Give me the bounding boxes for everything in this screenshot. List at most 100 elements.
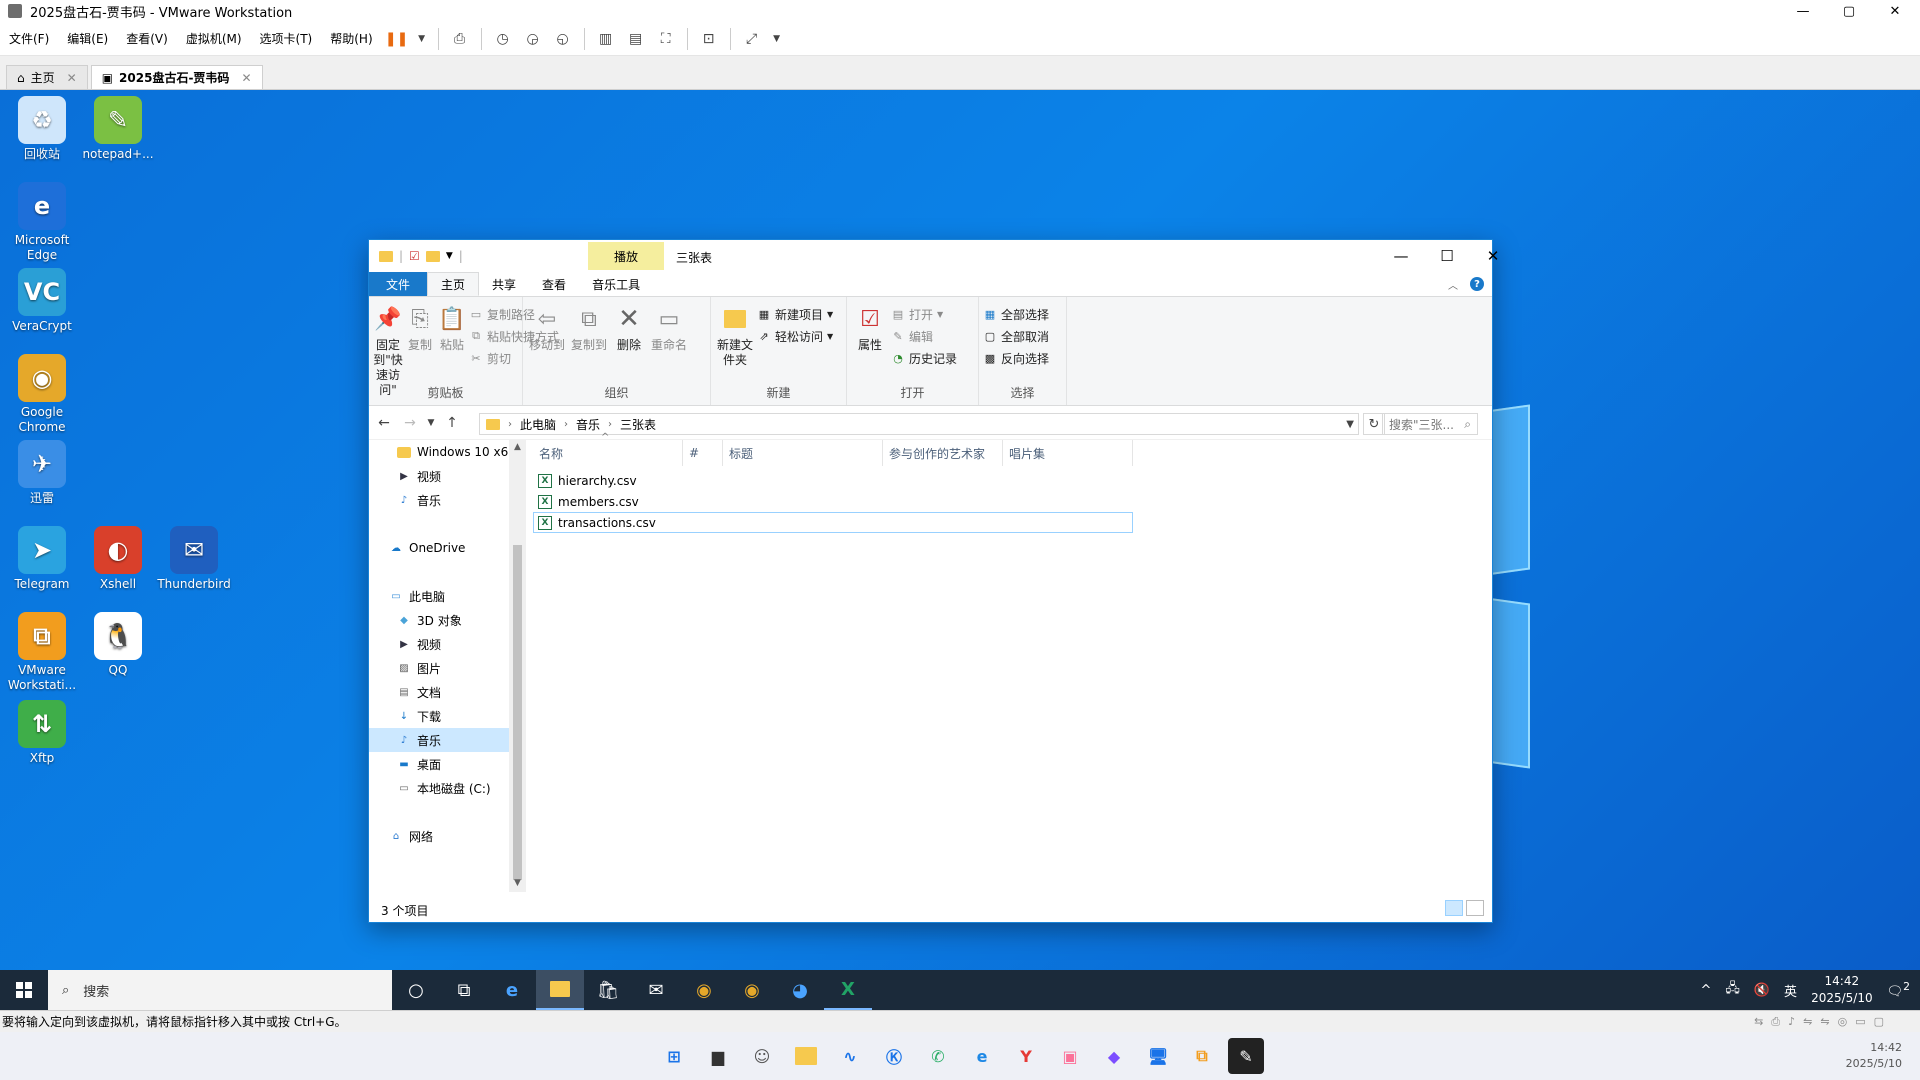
task-view-icon[interactable]: ⧉ <box>440 970 488 1010</box>
start-button[interactable] <box>0 970 48 1010</box>
nav-item[interactable]: Windows 10 x6 <box>369 440 509 464</box>
desktop-icon[interactable]: ◐ Xshell <box>78 526 158 592</box>
tab-music-tools[interactable]: 音乐工具 <box>579 272 653 296</box>
up-button[interactable]: ↑ <box>441 415 463 431</box>
tab-view[interactable]: 查看 <box>529 272 579 296</box>
chevron-down-icon[interactable]: ▼ <box>771 28 783 50</box>
vmware-icon[interactable]: ⧉ <box>1184 1038 1220 1074</box>
nav-item[interactable]: ☁ OneDrive <box>369 536 509 560</box>
desktop-icon[interactable]: ♻ 回收站 <box>2 96 82 162</box>
desktop-icon[interactable]: ⇅ Xftp <box>2 700 82 766</box>
breadcrumb-item[interactable]: 此电脑 <box>520 416 556 433</box>
task-view-icon[interactable]: ▆ <box>700 1038 736 1074</box>
collapse-ribbon-icon[interactable]: ︿ <box>1448 277 1458 292</box>
snapshot-icon[interactable]: ◷ <box>492 28 514 50</box>
nav-item[interactable]: ♪ 音乐 <box>369 488 509 512</box>
select-none-button[interactable]: ▢ 全部取消 <box>983 327 1049 345</box>
search-input[interactable]: 搜索"三张... ⌕ <box>1382 413 1478 435</box>
usb-icon[interactable]: ⇋ <box>1820 1015 1829 1029</box>
console-view-icon[interactable]: ⊡ <box>698 28 720 50</box>
maximize-button[interactable]: ☐ <box>1424 240 1470 272</box>
nav-item[interactable]: ♪ 音乐 <box>369 728 509 752</box>
desktop-icon[interactable]: ◉ Google Chrome <box>2 354 82 435</box>
new-folder-icon[interactable] <box>425 250 440 262</box>
menu-view[interactable]: 查看(V) <box>117 30 177 47</box>
close-button[interactable]: ✕ <box>1872 0 1918 22</box>
maximize-button[interactable]: ▢ <box>1826 0 1872 22</box>
chevron-down-icon[interactable]: ▼ <box>446 251 453 261</box>
store-icon[interactable]: 🛍 <box>584 970 632 1010</box>
nav-item[interactable]: ▭ 本地磁盘 (C:) <box>369 776 509 800</box>
chevron-right-icon[interactable]: › <box>608 419 612 430</box>
chrome-icon[interactable]: ◉ <box>728 970 776 1010</box>
select-all-button[interactable]: ▦ 全部选择 <box>983 305 1049 323</box>
desktop-icon[interactable]: VC VeraCrypt <box>2 268 82 334</box>
pause-icon[interactable]: ❚❚ <box>385 28 408 50</box>
menu-vm[interactable]: 虚拟机(M) <box>177 30 251 47</box>
file-row[interactable]: Xtransactions.csv <box>533 512 1133 533</box>
thumbnail-view-icon[interactable]: ▤ <box>625 28 647 50</box>
cortana-icon[interactable]: ○ <box>392 970 440 1010</box>
close-button[interactable]: ✕ <box>1470 240 1516 272</box>
fullscreen-icon[interactable]: ⛶ <box>655 28 677 50</box>
scroll-down-icon[interactable]: ▼ <box>509 878 526 888</box>
edit-button[interactable]: ✎ 编辑 <box>891 327 957 345</box>
recent-locations-button[interactable]: ▼ <box>425 418 437 428</box>
menu-tabs[interactable]: 选项卡(T) <box>251 30 322 47</box>
tab-file[interactable]: 文件 <box>369 272 428 296</box>
network-adapter-icon[interactable]: ⇆ <box>1754 1015 1763 1029</box>
mail-icon[interactable]: ✉ <box>632 970 680 1010</box>
thunderbird-icon[interactable]: ◕ <box>776 970 824 1010</box>
message-icon[interactable]: ▢ <box>1874 1015 1884 1029</box>
column-contributing-artists[interactable]: 参与创作的艺术家 <box>883 440 1003 466</box>
properties-icon[interactable]: ☑ <box>409 249 420 263</box>
desktop-icon[interactable]: ✈ 迅雷 <box>2 440 82 506</box>
column-album[interactable]: 唱片集 <box>1003 440 1133 466</box>
tab-home[interactable]: 主页 <box>427 272 480 296</box>
column-title[interactable]: 标题 <box>723 440 883 466</box>
desktop-icon[interactable]: ✎ notepad+... <box>78 96 158 162</box>
help-icon[interactable]: ? <box>1470 277 1484 291</box>
desktop-icon[interactable]: ⧉ VMware Workstati... <box>2 612 82 693</box>
scroll-up-icon[interactable]: ▲ <box>509 442 526 452</box>
pen-app-icon[interactable]: ✎ <box>1228 1038 1264 1074</box>
edge-icon[interactable]: e <box>488 970 536 1010</box>
nav-item[interactable]: ▬ 桌面 <box>369 752 509 776</box>
nav-item[interactable]: ▶ 视频 <box>369 632 509 656</box>
invert-selection-button[interactable]: ▩ 反向选择 <box>983 349 1049 367</box>
chevron-right-icon[interactable]: › <box>564 419 568 430</box>
minimize-button[interactable]: — <box>1378 240 1424 272</box>
breadcrumb-item[interactable]: 音乐 <box>576 416 600 433</box>
notification-center-icon[interactable]: 🗨2 <box>1887 980 1910 999</box>
menu-edit[interactable]: 编辑(E) <box>58 30 117 47</box>
file-row[interactable]: Xhierarchy.csv <box>533 470 1133 491</box>
send-ctrl-alt-del-icon[interactable]: ⎙ <box>449 28 471 50</box>
menu-help[interactable]: 帮助(H) <box>321 30 381 47</box>
sound-icon[interactable]: ♪ <box>1788 1015 1795 1029</box>
tab-vm[interactable]: ▣ 2025盘古石-贾韦码 ✕ <box>90 65 263 89</box>
column-track-number[interactable]: # <box>683 440 723 466</box>
nav-scrollbar[interactable]: ▲ ▼ <box>509 440 526 892</box>
obsidian-icon[interactable]: ◆ <box>1096 1038 1132 1074</box>
nav-item[interactable]: ▶ 视频 <box>369 464 509 488</box>
new-item-button[interactable]: ▦ 新建项目 ▼ <box>757 305 833 323</box>
desktop-icon[interactable]: ✉ Thunderbird <box>154 526 234 592</box>
open-button[interactable]: ▤ 打开 ▼ <box>891 305 957 323</box>
file-row[interactable]: Xmembers.csv <box>533 491 1133 512</box>
avatar-app-icon[interactable]: ☺ <box>744 1038 780 1074</box>
network-icon[interactable]: 🖧 <box>1725 979 1740 1001</box>
desktop-icon[interactable]: e Microsoft Edge <box>2 182 82 263</box>
desktop-icon[interactable]: 🐧 QQ <box>78 612 158 678</box>
scrollbar-thumb[interactable] <box>513 545 522 880</box>
printer-icon[interactable]: ⎙ <box>1771 1015 1780 1029</box>
chevron-up-icon[interactable]: ^ <box>1700 983 1711 998</box>
chrome-icon[interactable]: ◉ <box>680 970 728 1010</box>
nav-item[interactable]: ▤ 文档 <box>369 680 509 704</box>
revert-snapshot-icon[interactable]: ◶ <box>522 28 544 50</box>
tab-share[interactable]: 共享 <box>479 272 529 296</box>
cd-drive-icon[interactable]: ◎ <box>1838 1015 1848 1029</box>
bilibili-icon[interactable]: ▣ <box>1052 1038 1088 1074</box>
breadcrumb-item[interactable]: 三张表 <box>620 416 656 433</box>
address-bar[interactable]: › 此电脑 › 音乐 › 三张表 ▼ <box>479 413 1359 435</box>
easy-access-button[interactable]: ⇗ 轻松访问 ▼ <box>757 327 833 345</box>
